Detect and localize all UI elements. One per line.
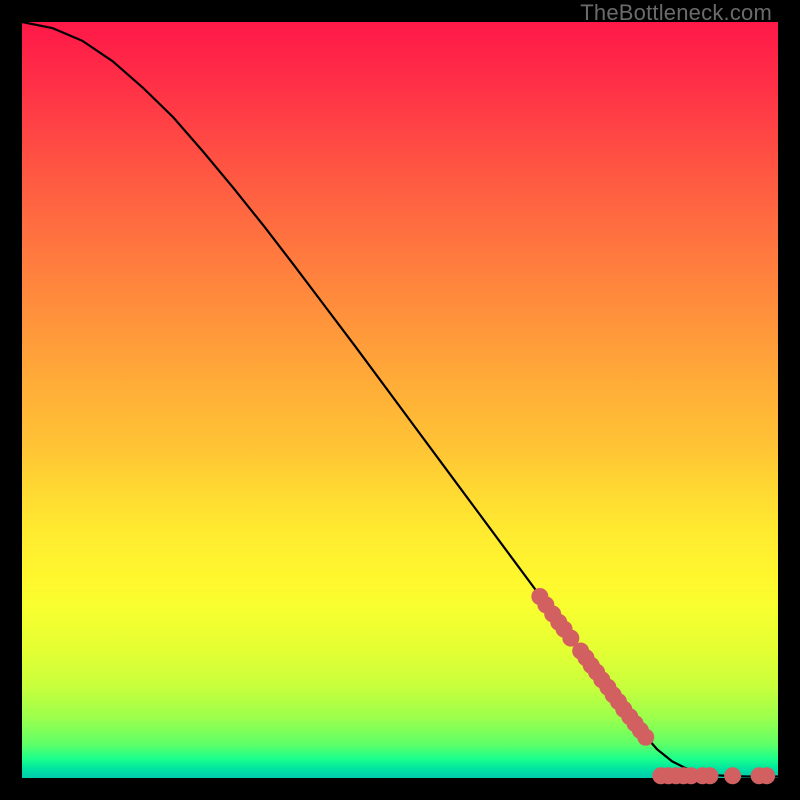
data-point-group <box>532 589 775 784</box>
data-point <box>638 729 654 745</box>
data-point <box>759 768 775 784</box>
data-point <box>725 768 741 784</box>
bottleneck-curve <box>22 22 778 776</box>
data-point <box>702 768 718 784</box>
chart-frame: TheBottleneck.com <box>0 0 800 800</box>
chart-overlay <box>22 22 778 778</box>
